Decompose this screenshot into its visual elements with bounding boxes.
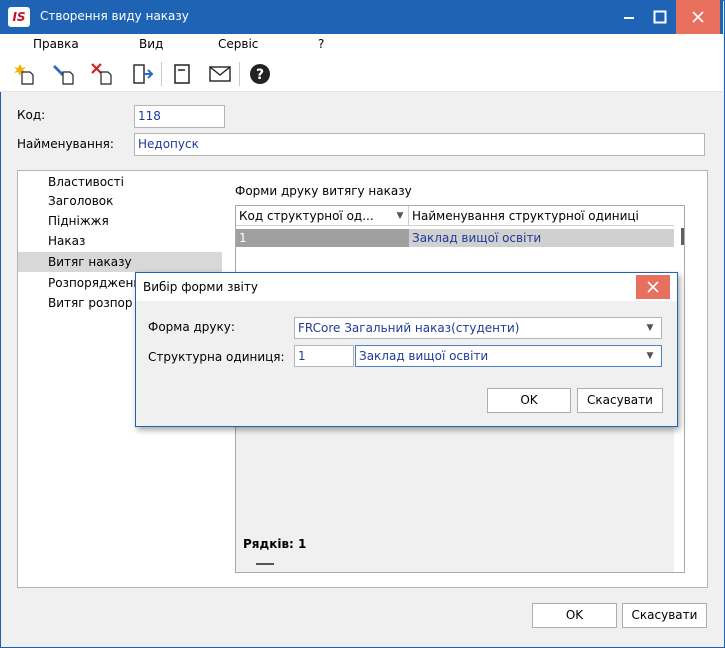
nav-item-header[interactable]: Заголовок	[48, 194, 113, 208]
minimize-button[interactable]	[612, 0, 646, 34]
column-header-name[interactable]: Найменування структурної одиниці	[409, 206, 674, 226]
exit-button[interactable]	[130, 62, 154, 86]
menu-view[interactable]: Вид	[139, 37, 163, 51]
nav-item-footer[interactable]: Підніжжя	[48, 214, 109, 228]
document-icon	[174, 64, 190, 84]
nav-item-directive[interactable]: Розпорядженн	[48, 276, 141, 290]
nav-item-directive-extract[interactable]: Витяг розпор	[48, 296, 133, 310]
help-button[interactable]: ?	[248, 62, 272, 86]
close-icon	[692, 11, 704, 23]
menu-help[interactable]: ?	[318, 37, 324, 51]
print-forms-title: Форми друку витягу наказу	[235, 184, 412, 198]
maximize-icon	[653, 10, 667, 24]
mail-icon	[209, 66, 231, 82]
grid-scrollbar-thumb[interactable]	[681, 228, 684, 245]
column-header-code-label: Код структурної од...	[239, 209, 374, 223]
dialog-ok-button[interactable]: OK	[487, 388, 571, 413]
name-label: Найменування:	[17, 137, 114, 151]
dialog-title: Вибір форми звіту	[143, 280, 258, 294]
chevron-down-icon[interactable]: ▼	[645, 323, 655, 333]
chevron-down-icon[interactable]: ▼	[645, 351, 655, 361]
document-button[interactable]	[170, 62, 194, 86]
column-header-code[interactable]: Код структурної од...	[236, 206, 409, 226]
name-field[interactable]: Недопуск	[134, 133, 705, 156]
unit-name-value: Заклад вищої освіти	[359, 349, 489, 363]
help-icon: ?	[250, 64, 270, 84]
dialog-close-button[interactable]	[636, 275, 670, 299]
toolbar-separator	[239, 62, 240, 86]
new-icon	[14, 64, 34, 85]
edit-button[interactable]	[52, 62, 76, 86]
menu-edit[interactable]: Правка	[33, 37, 79, 51]
print-form-value: FRCore Загальний наказ(студенти)	[298, 321, 520, 335]
unit-label: Структурна одиниця:	[148, 350, 285, 364]
ok-button[interactable]: OK	[532, 603, 617, 628]
print-form-select[interactable]: FRCore Загальний наказ(студенти)	[294, 317, 662, 339]
rows-count: Рядків: 1	[243, 537, 307, 551]
unit-code-field[interactable]: 1	[294, 345, 354, 367]
column-header-name-label: Найменування структурної одиниці	[412, 209, 639, 223]
table-row-name[interactable]: Заклад вищої освіти	[409, 229, 674, 247]
maximize-button[interactable]	[643, 0, 677, 34]
delete-icon	[91, 63, 112, 85]
nav-item-order-extract[interactable]: Витяг наказу	[48, 255, 132, 269]
print-form-label: Форма друку:	[148, 320, 235, 334]
window-title: Створення виду наказу	[40, 9, 189, 23]
delete-button[interactable]	[90, 62, 114, 86]
sort-arrow-icon[interactable]: ▼	[395, 211, 405, 221]
toolbar-separator	[161, 62, 162, 86]
table-row-code[interactable]: 1	[236, 229, 409, 247]
app-logo: IS	[8, 7, 30, 27]
exit-icon	[133, 64, 154, 84]
menu-bar	[0, 34, 723, 56]
new-button[interactable]	[12, 62, 36, 86]
menu-service[interactable]: Сервіс	[218, 37, 258, 51]
svg-text:?: ?	[256, 67, 264, 83]
close-icon	[647, 281, 659, 293]
cancel-button[interactable]: Скасувати	[622, 603, 707, 628]
minimize-icon	[624, 17, 634, 19]
nav-item-properties[interactable]: Властивості	[48, 175, 124, 189]
code-label: Код:	[17, 108, 46, 122]
dialog-cancel-button[interactable]: Скасувати	[577, 388, 663, 413]
close-button[interactable]	[676, 0, 720, 34]
mail-button[interactable]	[208, 62, 232, 86]
resize-grip[interactable]	[256, 563, 274, 565]
edit-icon	[53, 65, 74, 85]
unit-name-select[interactable]: Заклад вищої освіти	[355, 345, 662, 367]
code-field[interactable]: 118	[134, 105, 225, 128]
nav-item-order[interactable]: Наказ	[48, 234, 85, 248]
